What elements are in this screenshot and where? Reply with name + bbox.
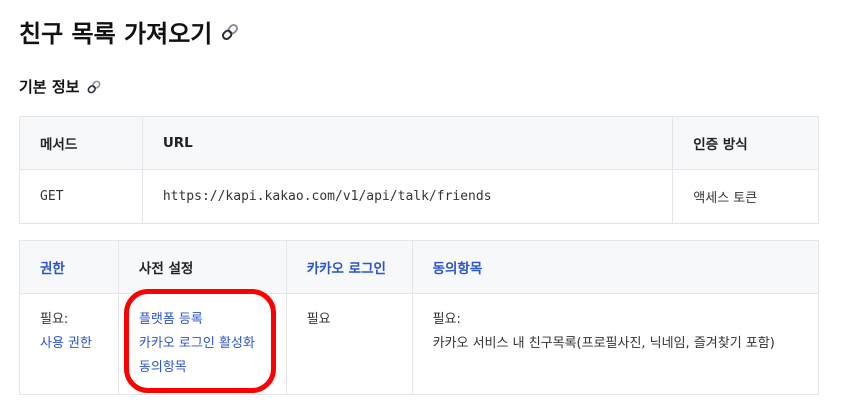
permission-cell: 필요: 사용 권한 <box>19 293 119 395</box>
consent-cell: 필요: 카카오 서비스 내 친구목록(프로필사진, 닉네임, 즐겨찾기 포함) <box>411 293 820 395</box>
prerequisites-cell: 플랫폼 등록 카카오 로그인 활성화 동의항목 <box>117 293 287 395</box>
section-title-text: 기본 정보 <box>19 78 80 96</box>
consent-value: 카카오 서비스 내 친구목록(프로필사진, 닉네임, 즐겨찾기 포함) <box>432 336 775 351</box>
basic-info-table: 메서드 URL 인증 방식 GET https://kapi.kakao.com… <box>19 116 819 224</box>
table-row: GET https://kapi.kakao.com/v1/api/talk/f… <box>19 169 819 224</box>
method-value: GET <box>19 169 143 224</box>
header-auth: 인증 방식 <box>672 116 819 170</box>
table-row: 필요: 사용 권한 플랫폼 등록 카카오 로그인 활성화 동의항목 필요 필요:… <box>19 293 820 395</box>
header-prerequisites: 사전 설정 <box>117 240 287 294</box>
kakao-login-activation-link[interactable]: 카카오 로그인 활성화 <box>139 332 266 356</box>
table-header-row: 메서드 URL 인증 방식 <box>19 116 819 170</box>
link-icon[interactable] <box>86 79 102 95</box>
table-header-row: 권한 사전 설정 카카오 로그인 동의항목 <box>19 240 820 294</box>
permission-label: 필요: <box>40 312 69 327</box>
permission-link[interactable]: 사용 권한 <box>40 332 98 356</box>
auth-value: 액세스 토큰 <box>672 169 819 224</box>
header-url: URL <box>141 116 674 170</box>
link-icon[interactable] <box>220 22 240 42</box>
header-method: 메서드 <box>19 116 143 170</box>
header-consent-link[interactable]: 동의항목 <box>411 240 820 294</box>
consent-label: 필요: <box>432 312 461 327</box>
page-title: 친구 목록 가져오기 <box>19 14 240 49</box>
url-value: https://kapi.kakao.com/v1/api/talk/frien… <box>141 169 674 224</box>
consent-items-link[interactable]: 동의항목 <box>139 356 266 380</box>
page: 친구 목록 가져오기 기본 정보 메서드 URL 인증 방식 GET https… <box>0 0 866 410</box>
page-title-text: 친구 목록 가져오기 <box>19 20 213 48</box>
header-permission-link[interactable]: 권한 <box>19 240 119 294</box>
kakao-login-cell: 필요 <box>285 293 413 395</box>
header-kakao-login-link[interactable]: 카카오 로그인 <box>285 240 413 294</box>
requirements-table: 권한 사전 설정 카카오 로그인 동의항목 필요: 사용 권한 플랫폼 등록 카… <box>19 240 820 395</box>
platform-registration-link[interactable]: 플랫폼 등록 <box>139 308 266 332</box>
section-title: 기본 정보 <box>19 76 102 97</box>
